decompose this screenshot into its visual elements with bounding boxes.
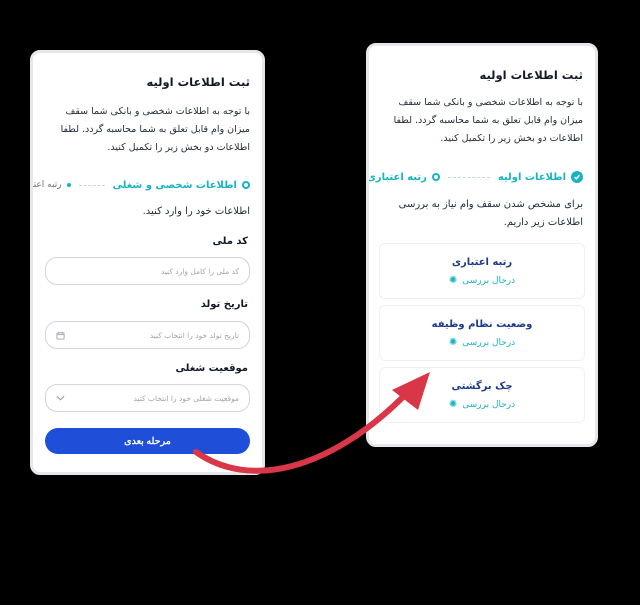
step-label: رتبه اعتباری bbox=[30, 180, 62, 190]
birth-date-label: تاریخ تولد bbox=[200, 299, 248, 310]
step-personal-info[interactable]: اطلاعات شخصی و شغلی bbox=[113, 180, 250, 191]
pending-step-icon bbox=[66, 183, 71, 187]
check-title: رتبه اعتباری bbox=[451, 256, 513, 268]
calendar-icon[interactable] bbox=[56, 331, 65, 340]
form-intro: اطلاعات خود را وارد کنید. bbox=[142, 206, 250, 217]
step-credit-score[interactable]: رتبه اعتباری bbox=[366, 171, 440, 183]
check-status: درحال بررسی ✺ bbox=[448, 398, 516, 410]
military-service-check: وضعیت نظام وظیفه درحال بررسی ✺ bbox=[379, 305, 585, 361]
job-position-input[interactable] bbox=[71, 393, 239, 403]
national-id-input[interactable] bbox=[56, 266, 239, 276]
status-text: درحال بررسی bbox=[462, 275, 516, 286]
form-description: با توجه به اطلاعات شخصی و بانکی شما سقف … bbox=[393, 97, 583, 144]
stepper: اطلاعات اولیه رتبه اعتباری bbox=[369, 169, 583, 185]
personal-info-form-card: ثبت اطلاعات اولیه با توجه به اطلاعات شخص… bbox=[30, 50, 265, 475]
step-connector bbox=[447, 176, 490, 178]
check-status: درحال بررسی ✺ bbox=[448, 336, 516, 348]
step-label: اطلاعات شخصی و شغلی bbox=[112, 179, 237, 191]
step-label: رتبه اعتباری bbox=[366, 171, 427, 183]
step-credit-score[interactable]: رتبه اعتباری bbox=[30, 180, 71, 190]
stepper: اطلاعات شخصی و شغلی رتبه اعتباری bbox=[33, 177, 250, 193]
birth-date-field[interactable] bbox=[45, 321, 250, 349]
page-title: ثبت اطلاعات اولیه bbox=[479, 68, 583, 82]
spinner-icon: ✺ bbox=[448, 398, 458, 410]
job-position-label: موقعیت شغلی bbox=[175, 363, 248, 374]
check-title: وضعیت نظام وظیفه bbox=[431, 318, 533, 330]
form-description: با توجه به اطلاعات شخصی و بانکی شما سقف … bbox=[60, 106, 250, 153]
step-connector bbox=[78, 184, 105, 186]
page-title: ثبت اطلاعات اولیه bbox=[146, 75, 250, 89]
verification-intro: برای مشخص شدن سقف وام نیاز به بررسی اطلا… bbox=[398, 199, 583, 228]
status-text: درحال بررسی bbox=[462, 337, 516, 348]
credit-score-check: رتبه اعتباری درحال بررسی ✺ bbox=[379, 243, 585, 299]
check-circle-icon bbox=[571, 171, 583, 183]
returned-cheque-check: چک برگشتی درحال بررسی ✺ bbox=[379, 367, 585, 423]
check-title: چک برگشتی bbox=[451, 380, 513, 392]
national-id-field[interactable] bbox=[45, 257, 250, 285]
step-label: اطلاعات اولیه bbox=[497, 171, 566, 183]
active-step-icon bbox=[242, 181, 250, 189]
check-status: درحال بررسی ✺ bbox=[448, 274, 516, 286]
active-step-icon bbox=[431, 173, 440, 181]
chevron-down-icon[interactable] bbox=[56, 395, 65, 401]
step-basic-info[interactable]: اطلاعات اولیه bbox=[498, 171, 583, 183]
status-text: درحال بررسی bbox=[462, 399, 516, 410]
verification-status-card: ثبت اطلاعات اولیه با توجه به اطلاعات شخص… bbox=[366, 43, 598, 447]
spinner-icon: ✺ bbox=[448, 274, 458, 286]
spinner-icon: ✺ bbox=[448, 336, 458, 348]
national-id-label: کد ملی bbox=[212, 236, 248, 247]
next-step-button[interactable]: مرحله بعدی bbox=[45, 428, 250, 454]
birth-date-input[interactable] bbox=[71, 330, 239, 340]
job-position-select[interactable] bbox=[45, 384, 250, 412]
